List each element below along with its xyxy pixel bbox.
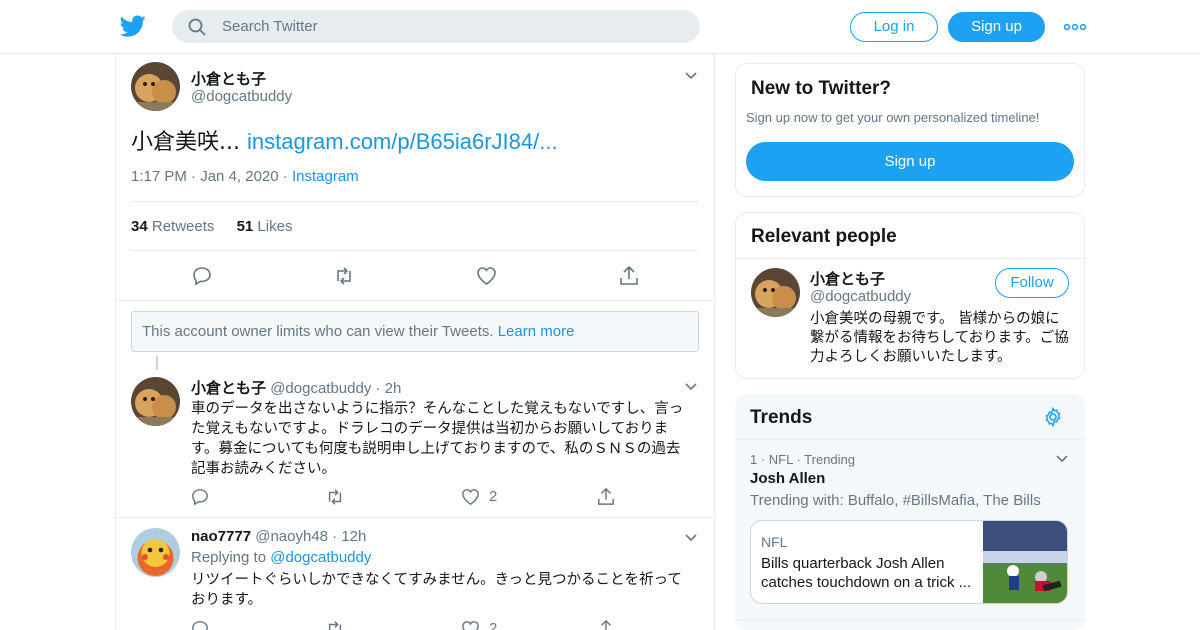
likes-stat[interactable]: 51 Likes [237,218,293,235]
search-bar[interactable] [172,10,700,43]
top-navigation-bar: Log in Sign up [0,0,1200,54]
author-handle[interactable]: @dogcatbuddy [191,88,292,105]
tweet-body: 小倉美咲... [131,130,247,155]
settings-gear-icon[interactable] [1043,407,1063,427]
chevron-down-icon[interactable] [685,534,697,542]
chevron-down-icon[interactable] [685,72,697,80]
replying-to: Replying to @dogcatbuddy [191,549,371,566]
trend-related: Trending with: Buffalo, #BillsMafia, The… [750,492,1041,509]
divider [735,439,1085,440]
tweet-stats: 34 Retweets 51 Likes [131,218,292,235]
tweet-actions [116,264,716,288]
search-icon [188,18,206,36]
thread-connector [156,356,158,370]
sidebar-signup-button[interactable]: Sign up [746,142,1074,181]
notice-text: This account owner limits who can view t… [142,323,498,340]
card-source: NFL [761,534,788,550]
football-photo-thumbnail [983,521,1067,603]
replying-label: Replying to [191,549,271,566]
meta-separator: · [282,168,288,185]
avatar[interactable] [751,268,800,317]
relevant-people-panel: Relevant people 小倉とも子 @dogcatbuddy Follo… [735,212,1085,379]
retweet-icon[interactable] [333,266,355,286]
tweet-date: Jan 4, 2020 [200,168,279,185]
tweet-text: 小倉美咲... instagram.com/p/B65ia6rJI84/... [131,124,558,156]
retweets-count: 34 [131,218,148,235]
login-button[interactable]: Log in [850,12,938,42]
retweet-icon[interactable] [325,620,345,630]
news-card[interactable]: NFL Bills quarterback Josh Allen catches… [750,520,1068,604]
chevron-down-icon[interactable] [685,383,697,391]
tweet-meta: 1:17 PM · Jan 4, 2020 · Instagram [131,168,359,185]
reply-author-name[interactable]: 小倉とも子 [191,379,266,397]
replying-to-link[interactable]: @dogcatbuddy [270,549,371,566]
reply-icon[interactable] [191,488,209,506]
person-name[interactable]: 小倉とも子 [810,268,885,289]
follow-button[interactable]: Follow [995,268,1069,298]
card-headline: Bills quarterback Josh Allen catches tou… [761,555,972,591]
restricted-notice: This account owner limits who can view t… [131,311,699,352]
reply-author-name[interactable]: nao7777 [191,528,251,545]
new-to-twitter-panel: New to Twitter? Sign up now to get your … [735,63,1085,197]
reply-author-handle[interactable]: @naoyh48 [255,528,328,545]
retweets-label: Retweets [151,218,215,235]
retweet-icon[interactable] [325,488,345,506]
search-input[interactable] [222,10,682,43]
share-icon[interactable] [597,487,615,506]
avatar[interactable] [131,377,180,426]
timeline-column: 小倉とも子 @dogcatbuddy 小倉美咲... instagram.com… [115,54,716,630]
reply-icon[interactable] [191,620,209,630]
panel-subtitle: Sign up now to get your own personalized… [746,110,1040,125]
likes-label: Likes [257,218,293,235]
reply-author-handle[interactable]: @dogcatbuddy [270,380,371,397]
avatar[interactable] [131,62,180,111]
reply-icon[interactable] [192,266,212,286]
panel-title: New to Twitter? [751,78,892,99]
panel-title: Relevant people [751,226,897,247]
like-count: 2 [489,488,498,505]
tweet-link[interactable]: instagram.com/p/B65ia6rJI84/... [247,129,558,154]
divider [131,201,699,202]
twitter-bird-icon[interactable] [120,13,146,39]
reply-time[interactable]: · 12h [332,528,366,545]
meta-separator: · [191,168,197,185]
divider [116,300,716,301]
divider [736,258,1084,259]
person-bio: 小倉美咲の母親です。 皆様からの娘に繋がる情報をお待ちしております。ご協力よろし… [810,311,1069,365]
likes-count: 51 [236,218,254,235]
panel-title: Trends [750,407,813,428]
share-icon[interactable] [597,619,615,630]
reply-header: nao7777 @naoyh48 · 12h [191,528,366,545]
trend-meta: 1 · NFL · Trending [750,452,856,467]
like-heart-icon[interactable] [476,266,497,286]
like-heart-icon[interactable] [461,620,480,630]
share-icon[interactable] [619,265,639,286]
chevron-down-icon[interactable] [1056,455,1068,463]
signup-button[interactable]: Sign up [948,12,1045,42]
trend-name[interactable]: Josh Allen [750,470,825,487]
reply-header: 小倉とも子 @dogcatbuddy · 2h [191,377,401,398]
tweet-time: 1:17 PM [131,168,187,185]
reply-text: 車のデータを出さないように指示？そんなことした覚えもないですし、言った覚えもない… [191,401,684,477]
trends-panel: Trends 1 · NFL · Trending Josh Allen Tre… [735,394,1085,630]
divider [735,620,1085,621]
retweets-stat[interactable]: 34 Retweets [131,218,214,235]
like-heart-icon[interactable] [461,488,480,506]
divider [116,517,716,518]
more-options-icon[interactable] [1064,20,1086,34]
reply-time[interactable]: · 2h [376,380,402,397]
avatar[interactable] [131,528,180,577]
divider [131,250,699,251]
like-count: 2 [489,620,498,630]
reply-text: リツイートぐらいしかできなくてすみません。きっと見つかることを祈っております。 [191,572,682,608]
author-name[interactable]: 小倉とも子 [191,68,266,89]
learn-more-link[interactable]: Learn more [498,323,575,340]
person-handle[interactable]: @dogcatbuddy [810,288,911,305]
tweet-source-link[interactable]: Instagram [292,168,359,185]
